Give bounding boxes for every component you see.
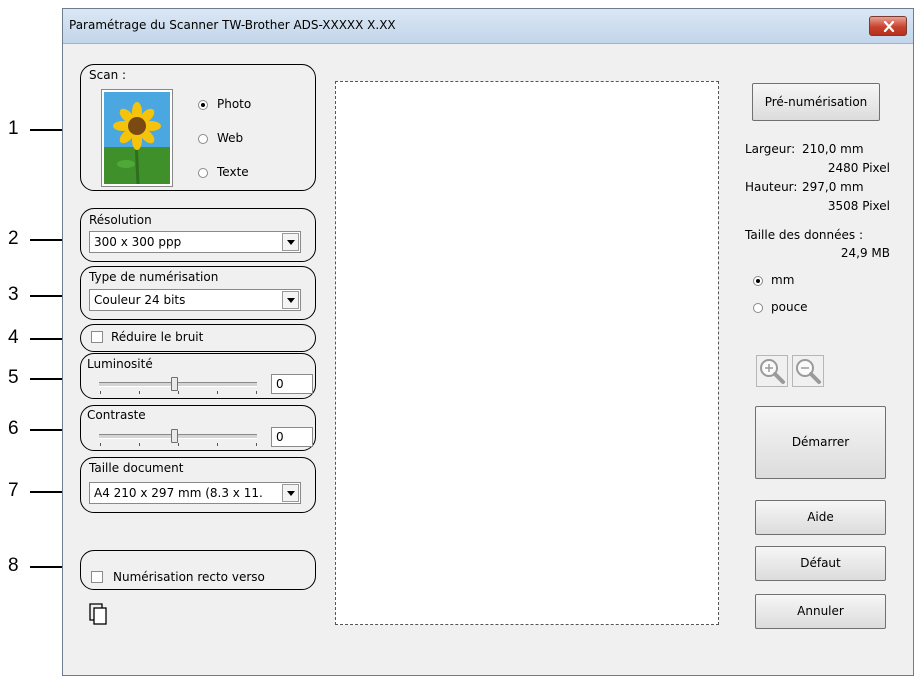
contrast-slider-thumb[interactable] — [171, 429, 178, 443]
tick — [139, 391, 140, 394]
callout-7: 7 — [8, 480, 19, 501]
width-px-value: 2480 Pixel — [827, 161, 890, 175]
tick — [217, 391, 218, 394]
tick — [100, 391, 101, 394]
zoom-in-button[interactable] — [756, 355, 788, 387]
close-icon — [883, 21, 895, 32]
document-size-select[interactable]: A4 210 x 297 mm (8.3 x 11. — [89, 482, 301, 504]
prescan-button-label: Pré-numérisation — [764, 95, 868, 109]
zoom-out-icon — [796, 359, 821, 384]
start-button[interactable]: Démarrer — [755, 406, 886, 479]
duplex-pages-icon — [89, 603, 107, 625]
duplex-checkbox[interactable] — [91, 571, 103, 583]
scan-type-group: Type de numérisation Couleur 24 bits — [80, 266, 316, 320]
prescan-button[interactable]: Pré-numérisation — [752, 83, 880, 121]
sunflower-image-icon — [101, 89, 173, 187]
tick — [100, 443, 101, 446]
callout-8: 8 — [8, 555, 19, 576]
unit-mm-label: mm — [771, 273, 795, 287]
tick — [139, 443, 140, 446]
resolution-select[interactable]: 300 x 300 ppp — [89, 231, 301, 253]
callout-5: 5 — [8, 367, 19, 388]
height-mm-value: 297,0 mm — [802, 180, 864, 194]
noise-reduction-checkbox[interactable] — [91, 331, 103, 343]
tick — [178, 391, 179, 394]
callout-4: 4 — [8, 327, 19, 348]
tick — [256, 391, 257, 394]
height-px-value: 3508 Pixel — [827, 199, 890, 213]
callout-2: 2 — [8, 228, 19, 249]
brightness-value: 0 — [276, 377, 284, 391]
brightness-group: Luminosité 0 — [80, 353, 316, 399]
contrast-input[interactable]: 0 — [271, 427, 313, 447]
resolution-value: 300 x 300 ppp — [94, 235, 182, 249]
scan-label: Scan : — [89, 68, 127, 82]
height-label: Hauteur: — [745, 180, 798, 194]
scan-text-label: Texte — [217, 165, 249, 179]
default-button-label: Défaut — [800, 556, 841, 570]
contrast-value: 0 — [276, 430, 284, 444]
contrast-slider-track[interactable] — [99, 434, 257, 439]
width-mm-value: 210,0 mm — [802, 142, 864, 156]
zoom-out-button[interactable] — [792, 355, 824, 387]
data-size-label: Taille des données : — [745, 228, 864, 242]
document-size-group: Taille document A4 210 x 297 mm (8.3 x 1… — [80, 457, 316, 513]
scan-type-label: Type de numérisation — [89, 270, 219, 284]
scan-photo-radio[interactable] — [198, 100, 208, 110]
duplex-label: Numérisation recto verso — [113, 570, 265, 584]
document-size-label: Taille document — [89, 461, 184, 475]
contrast-group: Contraste 0 — [80, 405, 316, 451]
resolution-label: Résolution — [89, 213, 152, 227]
brightness-label: Luminosité — [87, 357, 153, 371]
chevron-down-icon[interactable] — [282, 291, 299, 309]
tick — [256, 443, 257, 446]
callout-6: 6 — [8, 418, 19, 439]
cancel-button-label: Annuler — [797, 604, 844, 618]
document-size-value: A4 210 x 297 mm (8.3 x 11. — [94, 486, 263, 500]
tick — [178, 443, 179, 446]
window-title: Paramétrage du Scanner TW-Brother ADS-XX… — [69, 18, 396, 32]
tick — [217, 443, 218, 446]
data-size-value: 24,9 MB — [840, 246, 890, 260]
default-button[interactable]: Défaut — [755, 546, 886, 581]
callout-3: 3 — [8, 284, 19, 305]
unit-inch-radio[interactable] — [753, 303, 763, 313]
cancel-button[interactable]: Annuler — [755, 594, 886, 629]
unit-inch-label: pouce — [771, 300, 808, 314]
scanner-settings-dialog: Paramétrage du Scanner TW-Brother ADS-XX… — [62, 8, 914, 676]
scan-preview-area[interactable] — [335, 81, 719, 625]
scan-type-select[interactable]: Couleur 24 bits — [89, 289, 301, 311]
unit-mm-radio[interactable] — [753, 276, 763, 286]
chevron-down-icon[interactable] — [282, 233, 299, 251]
width-label: Largeur: — [745, 142, 796, 156]
help-button-label: Aide — [807, 510, 834, 524]
scan-group: Scan : Photo Web Texte — [80, 64, 316, 191]
brightness-slider-track[interactable] — [99, 382, 257, 387]
title-bar[interactable]: Paramétrage du Scanner TW-Brother ADS-XX… — [63, 9, 913, 44]
duplex-group: Numérisation recto verso — [80, 550, 316, 590]
resolution-group: Résolution 300 x 300 ppp — [80, 208, 316, 262]
start-button-label: Démarrer — [791, 435, 850, 449]
scan-type-value: Couleur 24 bits — [94, 293, 186, 307]
callout-1: 1 — [8, 118, 19, 139]
scan-text-radio[interactable] — [198, 168, 208, 178]
brightness-input[interactable]: 0 — [271, 374, 313, 394]
brightness-slider-thumb[interactable] — [171, 377, 178, 391]
help-button[interactable]: Aide — [755, 500, 886, 535]
noise-reduction-label: Réduire le bruit — [111, 330, 204, 344]
noise-group: Réduire le bruit — [80, 324, 316, 352]
zoom-in-icon — [760, 359, 785, 384]
contrast-label: Contraste — [87, 408, 146, 422]
chevron-down-icon[interactable] — [282, 484, 299, 502]
scan-web-label: Web — [217, 131, 244, 145]
close-button[interactable] — [869, 16, 907, 36]
scan-web-radio[interactable] — [198, 134, 208, 144]
scan-photo-label: Photo — [217, 97, 252, 111]
